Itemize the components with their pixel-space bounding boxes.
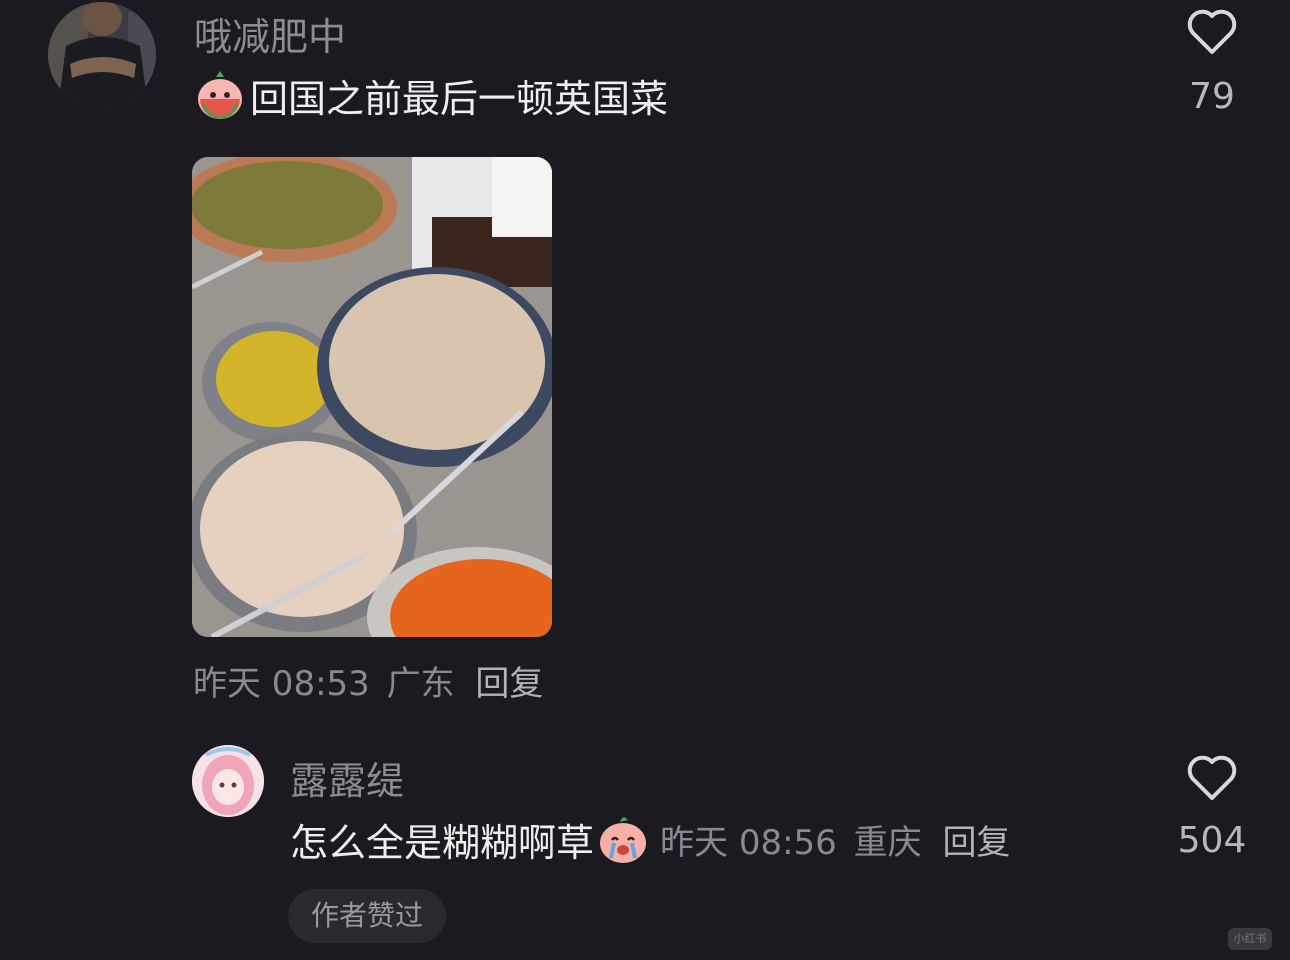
reply-button[interactable]: 回复	[942, 823, 1010, 863]
avatar[interactable]	[48, 2, 156, 108]
like-button[interactable]: 79	[1162, 6, 1262, 117]
comment-text: 回国之前最后一顿英国菜	[250, 76, 669, 121]
comment-location: 重庆	[853, 822, 922, 863]
reply-button[interactable]: 回复	[475, 664, 543, 704]
watermelon-sticker-icon	[194, 69, 246, 121]
like-button[interactable]: 504	[1162, 752, 1262, 861]
avatar[interactable]	[192, 745, 264, 817]
comment-location: 广东	[386, 664, 455, 704]
comment-time: 昨天 08:56	[660, 822, 837, 863]
heart-icon[interactable]	[1185, 752, 1239, 802]
buffet-salad-photo[interactable]	[192, 157, 552, 637]
heart-icon[interactable]	[1185, 6, 1239, 56]
like-count: 79	[1189, 76, 1235, 117]
username[interactable]: 哦减肥中	[194, 6, 346, 61]
username[interactable]: 露露缇	[290, 750, 404, 805]
crying-peach-sticker-icon	[596, 812, 650, 866]
author-liked-badge: 作者赞过	[288, 889, 446, 943]
like-count: 504	[1177, 820, 1247, 861]
comment-meta: 昨天 08:53 广东 回复	[193, 656, 543, 705]
comment-meta: 昨天 08:56 重庆 回复	[660, 815, 1010, 864]
comment-time: 昨天 08:53	[193, 664, 370, 704]
comment-text: 怎么全是糊糊啊草	[290, 820, 595, 865]
watermark-logo: 小红书	[1228, 928, 1272, 950]
comment-text-row: 怎么全是糊糊啊草 昨天 08:56 重庆 回复	[290, 812, 1010, 866]
comment-text-row: 回国之前最后一顿英国菜	[194, 69, 669, 121]
